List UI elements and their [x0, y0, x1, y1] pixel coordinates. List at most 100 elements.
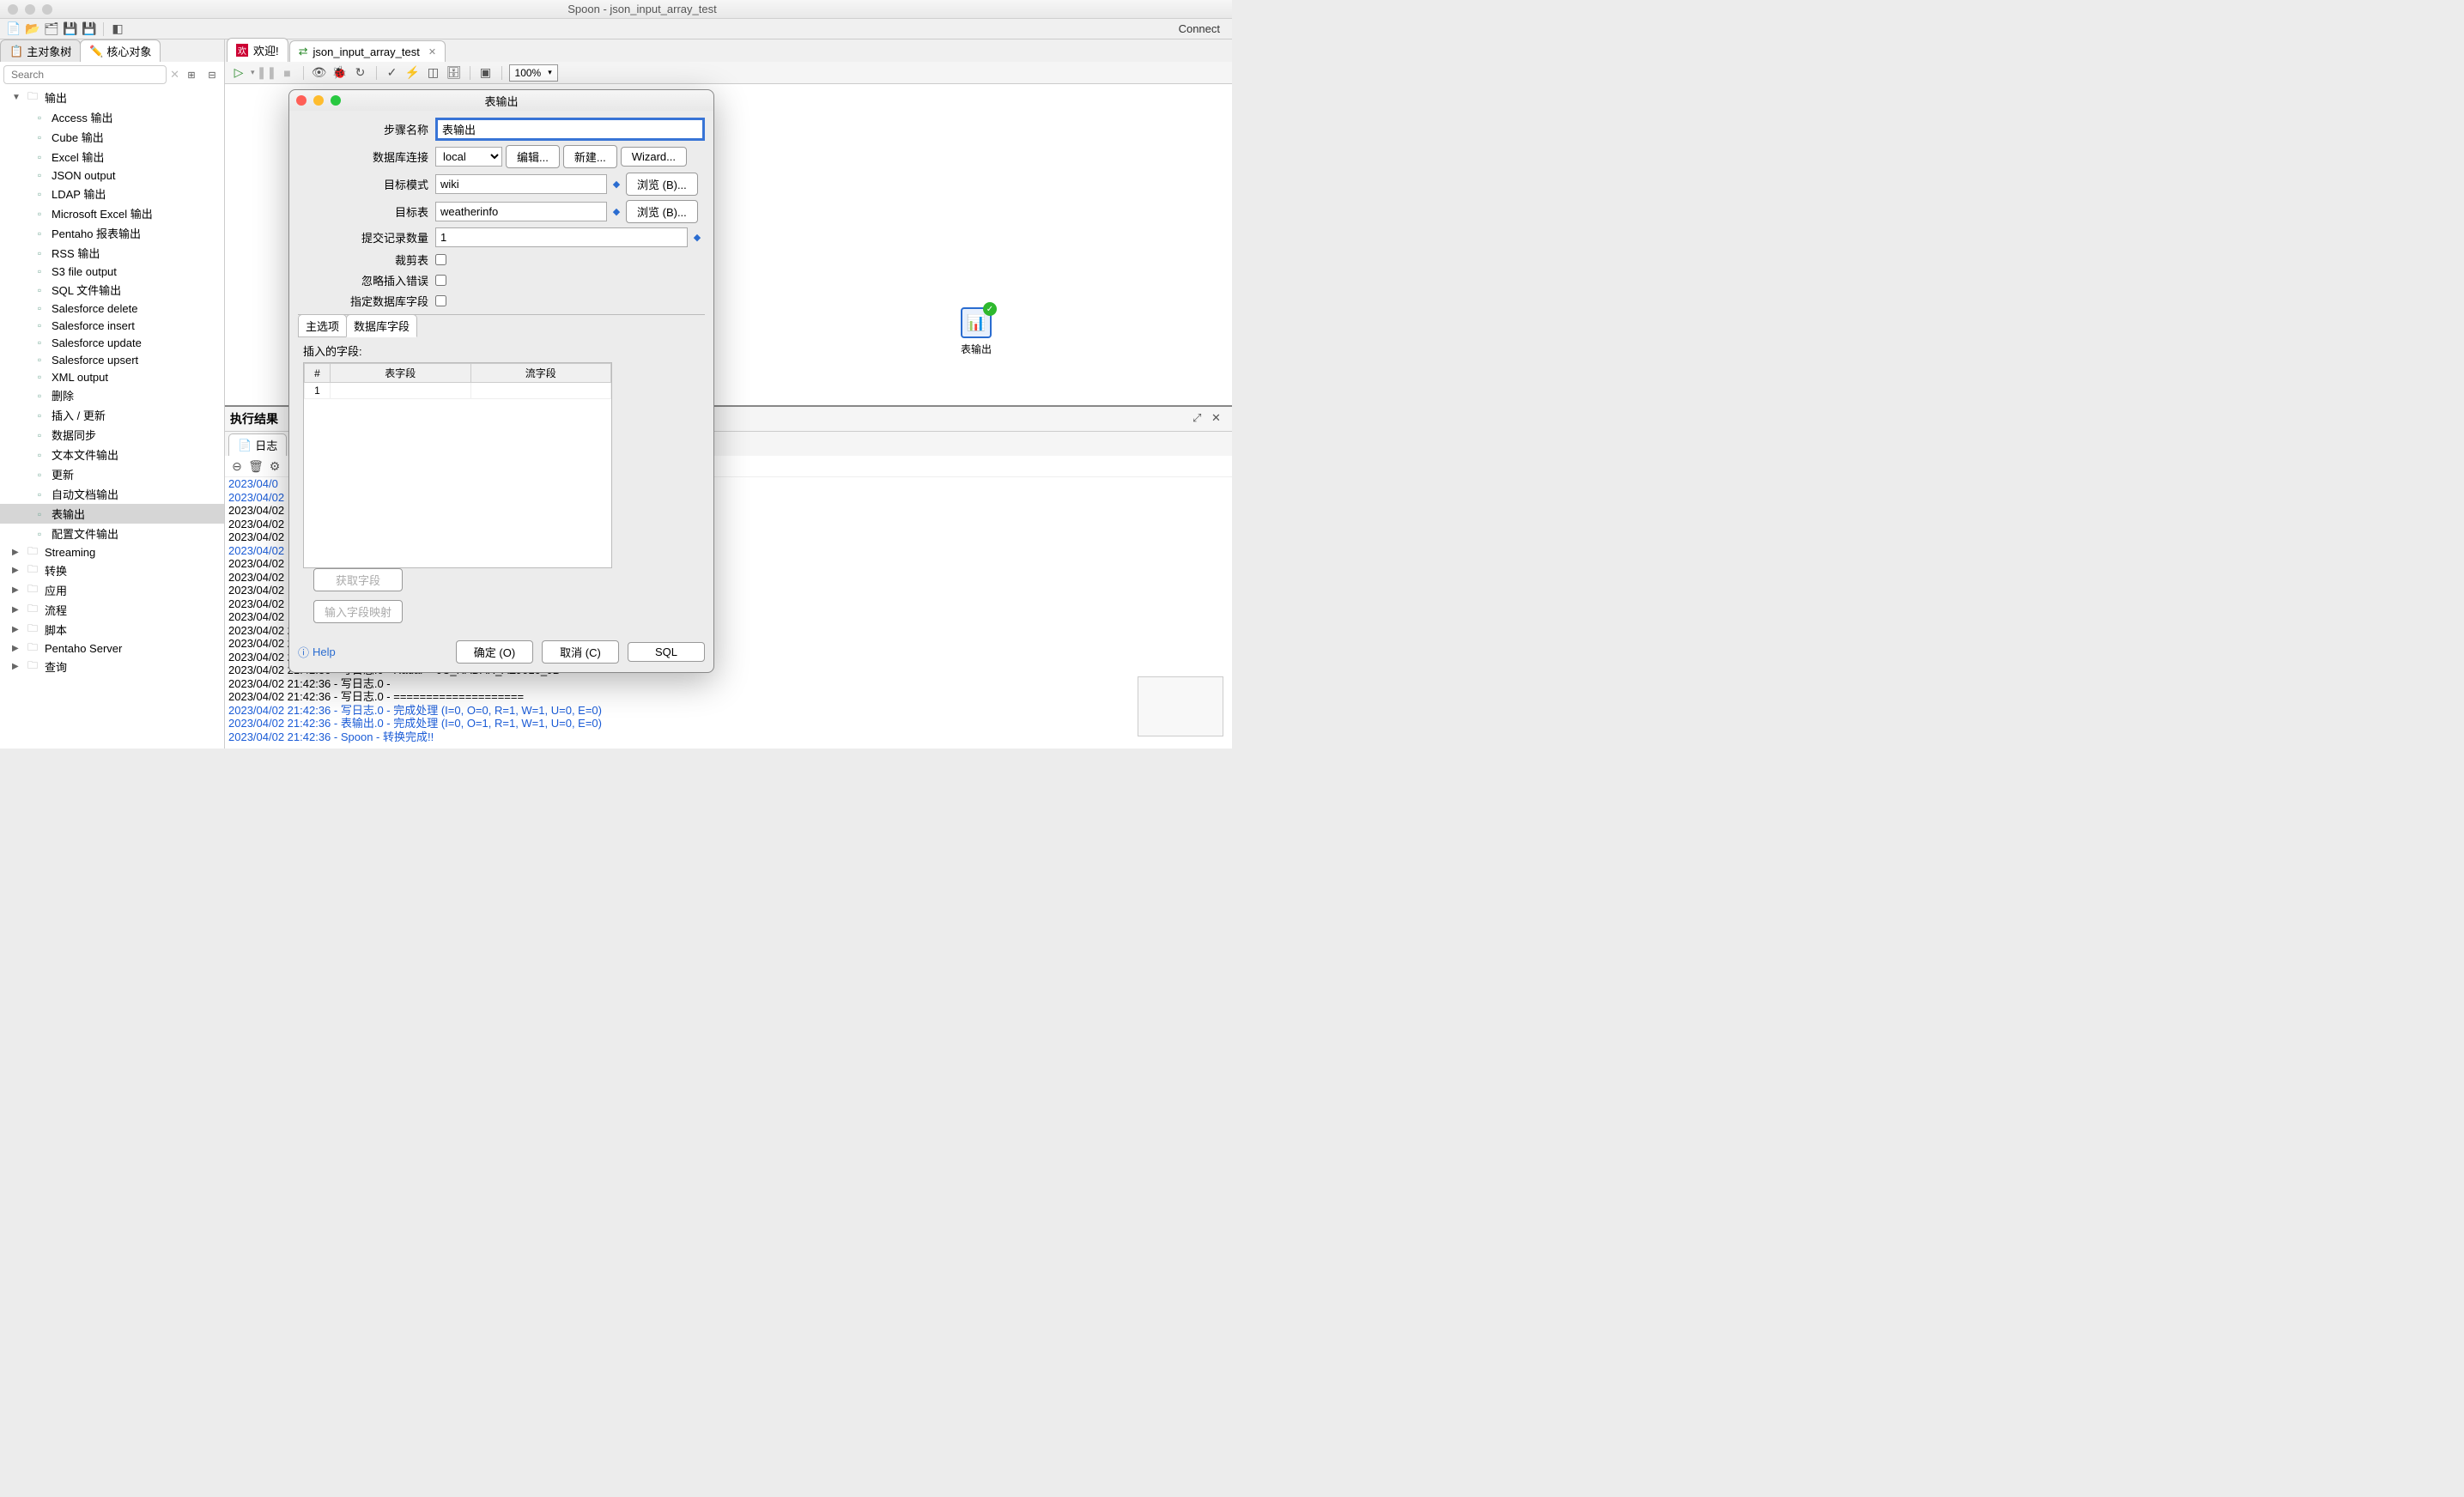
log-clear-icon[interactable]: ⊖ — [228, 458, 246, 475]
variable-icon[interactable]: ◆ — [610, 179, 622, 191]
tree-item[interactable]: ▫Microsoft Excel 输出 — [0, 203, 224, 223]
preview-icon[interactable]: 👁 — [311, 64, 328, 82]
help-link[interactable]: ⓘ Help — [298, 644, 336, 660]
new-file-icon[interactable]: 📄 — [5, 21, 22, 38]
db-connection-select[interactable]: local — [435, 147, 502, 167]
save-icon[interactable]: 💾 — [62, 21, 79, 38]
tree-item[interactable]: ▫Access 输出 — [0, 107, 224, 127]
specify-fields-checkbox[interactable] — [435, 295, 446, 306]
tree-folder-output[interactable]: ▼🗀输出 — [0, 88, 224, 107]
explore-db-icon[interactable]: 🗄 — [446, 64, 463, 82]
tree-item[interactable]: ▫数据同步 — [0, 425, 224, 445]
impact-icon[interactable]: ⚡ — [404, 64, 422, 82]
expand-all-icon[interactable]: ⊞ — [183, 67, 200, 82]
tree-folder[interactable]: ▶🗀脚本 — [0, 620, 224, 639]
variable-icon[interactable]: ◆ — [610, 206, 622, 218]
tree-item[interactable]: ▫SQL 文件输出 — [0, 280, 224, 300]
tree-folder[interactable]: ▶🗀应用 — [0, 580, 224, 600]
step-name-field[interactable] — [435, 118, 705, 141]
tree-item[interactable]: ▫RSS 输出 — [0, 243, 224, 263]
get-fields-button[interactable]: 获取字段 — [313, 568, 403, 591]
row-index: 1 — [305, 383, 331, 399]
target-table-field[interactable] — [435, 202, 607, 221]
show-results-icon[interactable]: ▣ — [477, 64, 495, 82]
tree-folder[interactable]: ▶🗀Pentaho Server — [0, 639, 224, 657]
tab-transformation[interactable]: ⇄json_input_array_test✕ — [289, 40, 446, 62]
close-tab-icon[interactable]: ✕ — [428, 46, 436, 58]
window-titlebar: Spoon - json_input_array_test — [0, 0, 1232, 19]
pause-icon[interactable]: ❚❚ — [258, 64, 276, 82]
sql-icon[interactable]: ◫ — [425, 64, 442, 82]
sql-button[interactable]: SQL — [628, 642, 705, 662]
tree-folder[interactable]: ▶🗀Streaming — [0, 543, 224, 561]
canvas-step-table-output[interactable]: 📊✓ 表输出 — [961, 307, 992, 356]
tree-item[interactable]: ▫S3 file output — [0, 263, 224, 280]
zoom-select[interactable]: 100%▾ — [509, 64, 558, 82]
explore-icon[interactable]: 🗂 — [43, 21, 60, 38]
edit-connection-button[interactable]: 编辑... — [506, 145, 560, 168]
close-results-icon[interactable]: ✕ — [1211, 411, 1227, 427]
stop-icon[interactable]: ■ — [279, 64, 296, 82]
wizard-button[interactable]: Wizard... — [621, 147, 687, 167]
search-input[interactable] — [3, 65, 167, 84]
tab-core-objects[interactable]: ✏️ 核心对象 — [80, 39, 161, 62]
run-toolbar: ▷▾ ❚❚ ■ 👁 🐞 ↻ ✓ ⚡ ◫ 🗄 ▣ 100%▾ — [225, 62, 1232, 84]
tree-folder[interactable]: ▶🗀查询 — [0, 657, 224, 676]
run-icon[interactable]: ▷ — [230, 64, 247, 82]
tree-item[interactable]: ▫插入 / 更新 — [0, 405, 224, 425]
minimize-icon[interactable] — [25, 4, 35, 15]
map-fields-button[interactable]: 输入字段映射 — [313, 600, 403, 623]
verify-icon[interactable]: ✓ — [384, 64, 401, 82]
cancel-button[interactable]: 取消 (C) — [542, 640, 619, 664]
dialog-tab-db-fields[interactable]: 数据库字段 — [346, 314, 417, 337]
tree-item[interactable]: ▫配置文件输出 — [0, 524, 224, 543]
tree-item[interactable]: ▫Cube 输出 — [0, 127, 224, 147]
tree-item[interactable]: ▫删除 — [0, 385, 224, 405]
ok-button[interactable]: 确定 (O) — [456, 640, 533, 664]
tree-folder[interactable]: ▶🗀转换 — [0, 561, 224, 580]
close-icon[interactable] — [8, 4, 18, 15]
minimap[interactable] — [1138, 676, 1223, 736]
tree-item[interactable]: ▫Salesforce insert — [0, 317, 224, 334]
collapse-all-icon[interactable]: ⊟ — [203, 67, 221, 82]
connect-link[interactable]: Connect — [1172, 22, 1227, 35]
open-file-icon[interactable]: 📂 — [24, 21, 41, 38]
tree-item[interactable]: ▫Excel 输出 — [0, 147, 224, 167]
tree-item[interactable]: ▫更新 — [0, 464, 224, 484]
tree-item[interactable]: ▫Salesforce update — [0, 334, 224, 351]
step-success-icon: ✓ — [983, 302, 997, 316]
tree-item[interactable]: ▫Salesforce upsert — [0, 351, 224, 368]
tree-item[interactable]: ▫Salesforce delete — [0, 300, 224, 317]
clear-search-icon[interactable]: ✕ — [170, 68, 179, 82]
browse-schema-button[interactable]: 浏览 (B)... — [626, 173, 698, 196]
tab-welcome[interactable]: 欢欢迎! — [227, 38, 288, 62]
target-schema-field[interactable] — [435, 174, 607, 194]
tree-item[interactable]: ▫JSON output — [0, 167, 224, 184]
maximize-results-icon[interactable]: ⤢ — [1193, 411, 1208, 427]
tree-item[interactable]: ▫LDAP 输出 — [0, 184, 224, 203]
commit-size-field[interactable] — [435, 227, 688, 247]
variable-icon[interactable]: ◆ — [691, 232, 703, 244]
ignore-errors-checkbox[interactable] — [435, 275, 446, 286]
tree-item[interactable]: ▫表输出 — [0, 504, 224, 524]
browse-table-button[interactable]: 浏览 (B)... — [626, 200, 698, 223]
tree-folder[interactable]: ▶🗀流程 — [0, 600, 224, 620]
results-tab-log[interactable]: 📄 日志 — [228, 433, 287, 456]
log-settings-icon[interactable]: ⚙ — [266, 458, 283, 475]
tree-item[interactable]: ▫自动文档输出 — [0, 484, 224, 504]
perspective-icon[interactable]: ◧ — [109, 21, 126, 38]
debug-icon[interactable]: 🐞 — [331, 64, 349, 82]
replay-icon[interactable]: ↻ — [352, 64, 369, 82]
fields-grid[interactable]: # 表字段 流字段 1 — [303, 362, 612, 568]
tree-item[interactable]: ▫文本文件输出 — [0, 445, 224, 464]
log-delete-icon[interactable]: 🗑 — [247, 458, 264, 475]
new-connection-button[interactable]: 新建... — [563, 145, 617, 168]
dialog-title: 表输出 — [289, 93, 713, 109]
dialog-tab-main[interactable]: 主选项 — [298, 314, 347, 337]
save-as-icon[interactable]: 💾 — [81, 21, 98, 38]
truncate-checkbox[interactable] — [435, 254, 446, 265]
tree-item[interactable]: ▫Pentaho 报表输出 — [0, 223, 224, 243]
tree-item[interactable]: ▫XML output — [0, 368, 224, 385]
tab-main-object-tree[interactable]: 📋 主对象树 — [0, 39, 81, 62]
maximize-icon[interactable] — [42, 4, 52, 15]
